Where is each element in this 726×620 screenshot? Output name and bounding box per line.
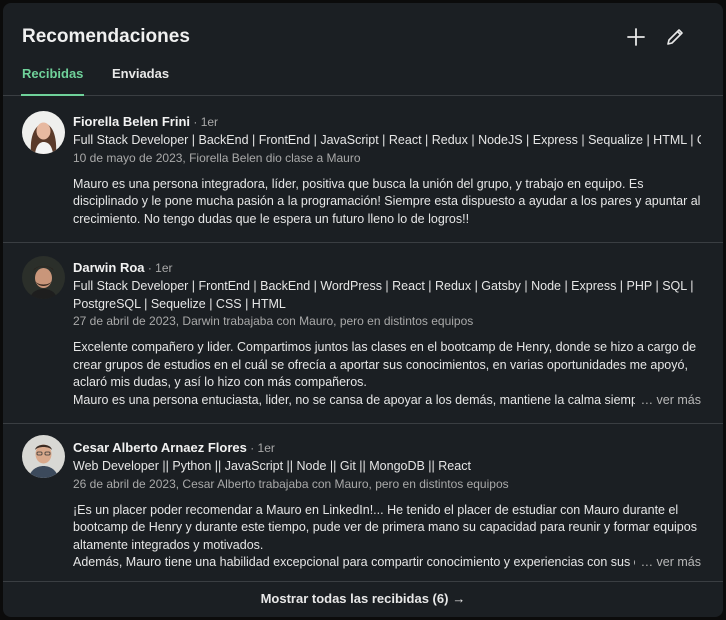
recommendation-text-last-line: Además, Mauro tiene una habilidad excepc…: [73, 555, 635, 569]
recommendations-card: Recomendaciones Recibidas Enviadas Fiore…: [3, 3, 723, 617]
author-headline: Full Stack Developer | FrontEnd | BackEn…: [73, 279, 694, 311]
recommendation-item: Cesar Alberto Arnaez Flores · 1er Web De…: [3, 424, 723, 584]
author-line: Cesar Alberto Arnaez Flores · 1er: [73, 439, 701, 457]
show-all-label: Mostrar todas las recibidas (6): [260, 591, 449, 606]
see-more-link[interactable]: … ver más: [635, 392, 701, 410]
recommendation-text-last-line: Mauro es una persona entuciasta, lider, …: [73, 392, 635, 407]
author-name[interactable]: Cesar Alberto Arnaez Flores: [73, 440, 247, 455]
avatar[interactable]: [22, 256, 65, 299]
recommendation-body: Fiorella Belen Frini · 1er Full Stack De…: [73, 113, 701, 228]
connection-degree: · 1er: [190, 115, 219, 129]
recommendation-meta: 10 de mayo de 2023, Fiorella Belen dio c…: [73, 150, 361, 165]
recommendation-item: Darwin Roa · 1er Full Stack Developer | …: [3, 243, 723, 424]
author-headline: Web Developer || Python || JavaScript ||…: [73, 459, 471, 473]
see-more-link[interactable]: … ver más: [635, 554, 701, 572]
tab-sent[interactable]: Enviadas: [112, 58, 169, 96]
recommendation-text-truncated: Además, Mauro tiene una habilidad excepc…: [73, 554, 701, 572]
avatar[interactable]: [22, 435, 65, 478]
connection-degree: · 1er: [246, 441, 275, 455]
section-header: Recomendaciones: [22, 25, 703, 49]
recommendation-text: ¡Es un placer poder recomendar a Mauro e…: [73, 502, 697, 552]
edit-recommendations-button[interactable]: [661, 23, 689, 51]
author-name[interactable]: Darwin Roa: [73, 260, 145, 275]
show-all-received-button[interactable]: Mostrar todas las recibidas (6) →: [3, 581, 723, 617]
author-line: Fiorella Belen Frini · 1er: [73, 113, 701, 131]
plus-icon: [627, 28, 645, 46]
recommendation-text-truncated: Mauro es una persona entuciasta, lider, …: [73, 392, 701, 410]
recommendation-text: Mauro es una persona integradora, líder,…: [73, 176, 701, 226]
author-line: Darwin Roa · 1er: [73, 259, 701, 277]
recommendation-meta: 26 de abril de 2023, Cesar Alberto traba…: [73, 476, 509, 491]
author-headline: Full Stack Developer | BackEnd | FrontEn…: [73, 133, 701, 147]
recommendation-body: Darwin Roa · 1er Full Stack Developer | …: [73, 259, 701, 409]
tab-bar: Recibidas Enviadas: [3, 58, 723, 96]
add-recommendation-button[interactable]: [622, 23, 650, 51]
connection-degree: · 1er: [144, 261, 173, 275]
avatar[interactable]: [22, 111, 65, 154]
recommendation-item: Fiorella Belen Frini · 1er Full Stack De…: [3, 97, 723, 243]
recommendation-text: Excelente compañero y lider. Compartimos…: [73, 340, 697, 389]
arrow-right-icon: →: [452, 591, 466, 606]
pencil-icon: [667, 29, 683, 45]
section-title: Recomendaciones: [22, 26, 190, 47]
author-name[interactable]: Fiorella Belen Frini: [73, 114, 190, 129]
recommendation-body: Cesar Alberto Arnaez Flores · 1er Web De…: [73, 439, 701, 572]
tab-received[interactable]: Recibidas: [20, 58, 85, 96]
recommendation-meta: 27 de abril de 2023, Darwin trabajaba co…: [73, 314, 474, 328]
